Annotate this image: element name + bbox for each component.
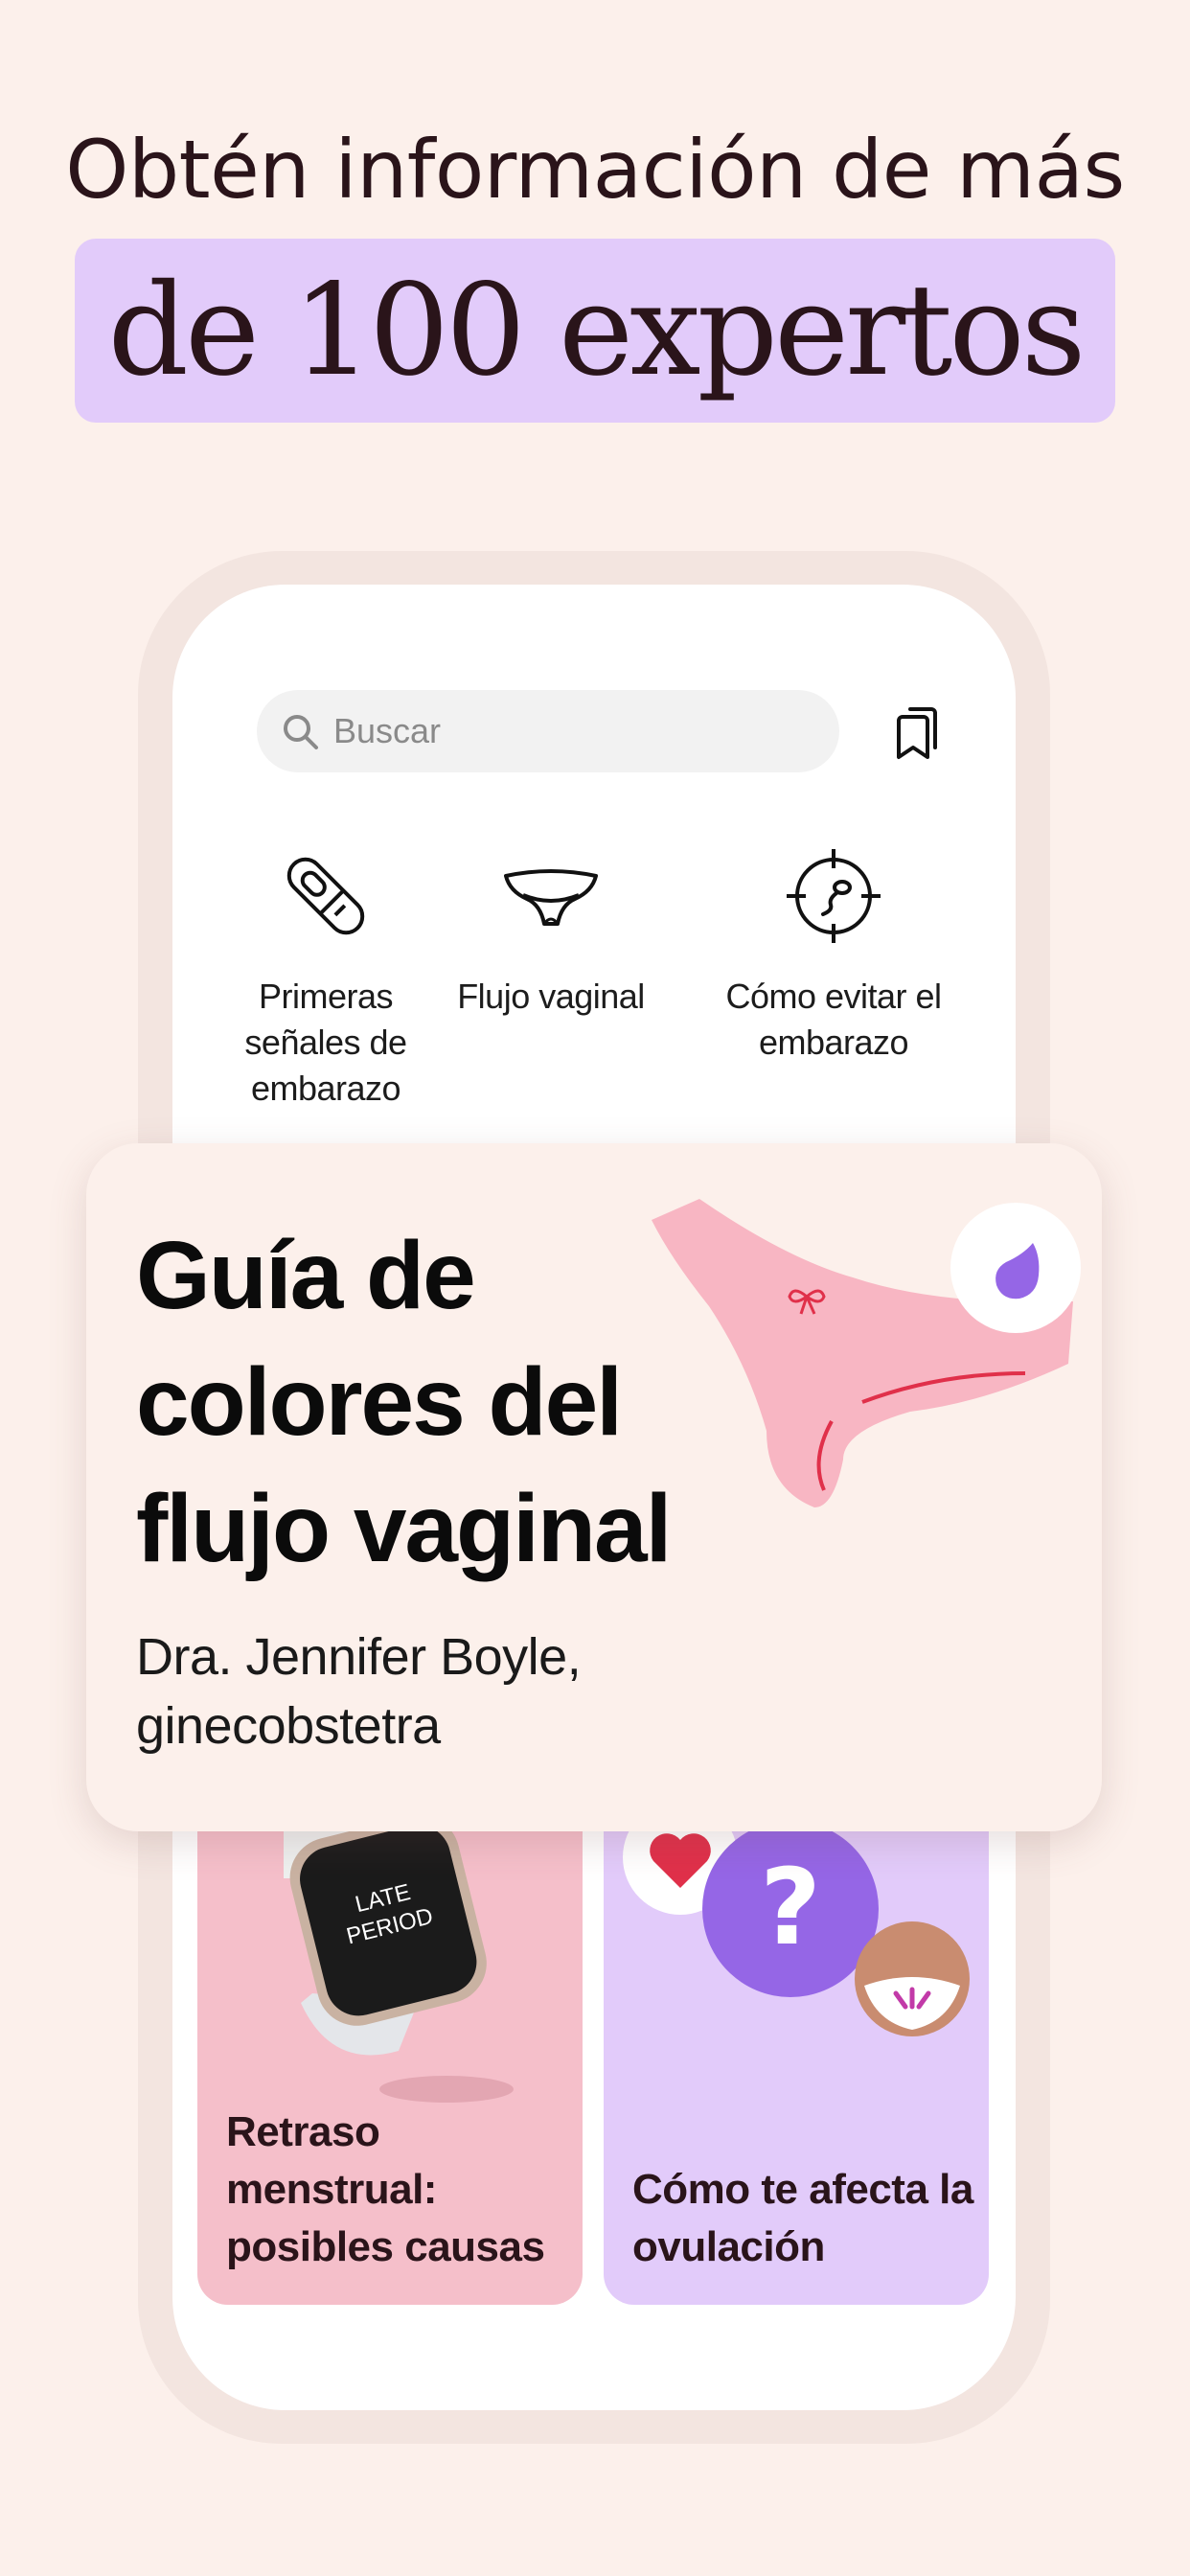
search-icon — [284, 715, 318, 749]
category-label: Cómo evitar el embarazo — [725, 977, 942, 1062]
card-ovulation[interactable]: ? Cómo te afecta la ovulación — [604, 1763, 989, 2305]
feature-title: Guía de colores del flujo vaginal — [136, 1222, 672, 1582]
pregnancy-test-icon — [286, 857, 365, 935]
category-vaginal-discharge[interactable]: Flujo vaginal — [455, 843, 647, 1020]
category-label: Primeras señales de embarazo — [244, 977, 407, 1108]
headline-line2: de 100 expertos — [107, 257, 1086, 404]
underwear-icon — [504, 869, 598, 926]
search-placeholder: Buscar — [333, 711, 442, 750]
bookmark-icon[interactable] — [889, 702, 947, 763]
card-label: Cómo te afecta la ovulación — [632, 2166, 973, 2270]
category-avoid-pregnancy[interactable]: Cómo evitar el embarazo — [709, 843, 958, 1066]
card-late-period[interactable]: LATE PERIOD Retraso menstrual: posibles … — [197, 1763, 583, 2305]
feature-author: Dra. Jennifer Boyle, ginecobstetra — [136, 1628, 582, 1755]
target-sperm-icon — [787, 849, 881, 943]
card-label: Retraso menstrual: posibles causas — [226, 2108, 545, 2270]
search-input[interactable]: Buscar — [257, 690, 839, 772]
category-label: Flujo vaginal — [457, 977, 645, 1016]
svg-text:?: ? — [760, 1846, 821, 1968]
category-early-pregnancy-signs[interactable]: Primeras señales de embarazo — [201, 843, 450, 1112]
headline-line1: Obtén información de más — [65, 123, 1125, 217]
featured-article-card[interactable]: Guía de colores del flujo vaginal Dra. J… — [86, 1143, 1102, 1831]
